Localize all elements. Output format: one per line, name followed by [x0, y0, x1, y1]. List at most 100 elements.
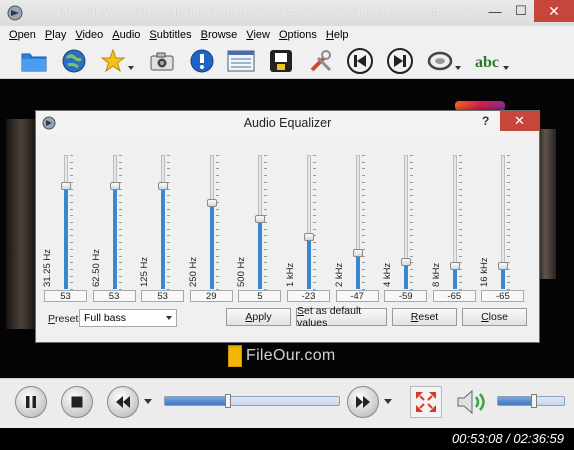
forward-dropdown-arrow[interactable]	[384, 399, 392, 404]
eq-tick	[167, 262, 171, 264]
eq-tick	[507, 161, 511, 163]
stop-button[interactable]	[61, 386, 93, 418]
eq-tick	[507, 175, 511, 177]
next-button[interactable]	[385, 46, 415, 76]
stop-icon	[71, 396, 83, 408]
eq-slider-thumb[interactable]	[498, 261, 509, 270]
eq-band-value: 5	[238, 290, 282, 302]
volume-slider[interactable]	[497, 394, 565, 408]
screenshot-button[interactable]	[147, 46, 177, 76]
seek-bar[interactable]	[164, 394, 340, 408]
tools-button[interactable]	[306, 46, 336, 76]
menu-options[interactable]: Options	[279, 29, 317, 41]
volume-icon[interactable]	[455, 388, 491, 416]
eq-tick	[458, 215, 462, 217]
minimize-button[interactable]: —	[482, 0, 508, 22]
menu-subtitles[interactable]: Subtitles	[149, 29, 191, 41]
eq-tick	[410, 228, 414, 230]
preset-select[interactable]: Full bass	[79, 309, 177, 327]
eq-tick	[507, 188, 511, 190]
eq-tick	[215, 222, 219, 223]
menu-browse[interactable]: Browse	[201, 29, 238, 41]
volume-slider-thumb[interactable]	[531, 394, 538, 408]
app-icon[interactable]	[6, 4, 24, 22]
subtitles-button[interactable]: abc	[473, 46, 503, 76]
dialog-help-button[interactable]: ?	[482, 114, 489, 128]
rewind-button[interactable]	[107, 386, 139, 418]
eq-slider-thumb[interactable]	[206, 198, 217, 207]
menu-open[interactable]: Open	[9, 29, 36, 41]
audio-dropdown-arrow[interactable]	[455, 66, 461, 70]
maximize-button[interactable]: ☐	[508, 0, 534, 22]
folder-icon	[21, 53, 47, 72]
reset-label: Reset	[410, 311, 439, 323]
eq-tick	[264, 155, 268, 156]
eq-tick	[118, 262, 122, 264]
eq-tick	[264, 268, 268, 270]
menu-help[interactable]: Help	[326, 29, 349, 41]
eq-tick	[361, 201, 365, 203]
eq-tick	[458, 242, 462, 244]
eq-slider-thumb[interactable]	[61, 182, 71, 191]
eq-tick	[313, 161, 316, 163]
eq-slider-thumb[interactable]	[255, 214, 266, 223]
dialog-close-button[interactable]: ✕	[500, 111, 539, 131]
eq-slider-thumb[interactable]	[109, 182, 120, 191]
eq-band-frequency: 8 kHz	[430, 262, 442, 287]
eq-slider-thumb[interactable]	[304, 233, 314, 242]
previous-button[interactable]	[345, 46, 375, 76]
camera-icon	[150, 52, 174, 71]
eq-tick	[167, 201, 171, 203]
reset-button[interactable]: Reset	[392, 308, 457, 326]
pause-button[interactable]	[15, 386, 47, 418]
apply-button[interactable]: Apply	[226, 308, 291, 326]
eq-slider-thumb[interactable]	[401, 257, 412, 266]
favorites-dropdown-arrow[interactable]	[128, 66, 134, 70]
close-button[interactable]: ✕	[534, 0, 574, 22]
eq-tick	[410, 222, 414, 223]
eq-slider-fill	[64, 186, 68, 289]
set-default-button[interactable]: Set as default values	[296, 305, 387, 329]
eq-tick	[70, 175, 73, 177]
info-button[interactable]	[187, 46, 217, 76]
eq-tick	[313, 262, 316, 264]
favorites-button[interactable]	[98, 46, 128, 76]
eq-tick	[264, 201, 268, 203]
eq-tick	[361, 168, 365, 170]
forward-button[interactable]	[347, 386, 379, 418]
eq-tick	[507, 268, 511, 270]
eq-tick	[167, 155, 171, 156]
eq-slider-thumb[interactable]	[158, 182, 169, 191]
tools-icon	[310, 50, 332, 72]
menu-play[interactable]: Play	[45, 29, 66, 41]
eq-tick	[264, 168, 268, 170]
menu-audio[interactable]: Audio	[112, 29, 140, 41]
close-dialog-button[interactable]: Close	[462, 308, 527, 326]
eq-tick	[264, 175, 268, 177]
subtitles-dropdown-arrow[interactable]	[503, 66, 509, 70]
eq-band-value: -23	[287, 290, 330, 302]
menu-view[interactable]: View	[246, 29, 270, 41]
eq-slider-thumb[interactable]	[449, 261, 460, 270]
rewind-dropdown-arrow[interactable]	[144, 399, 152, 404]
playlist-button[interactable]	[226, 46, 256, 76]
eq-tick	[264, 282, 268, 284]
eq-slider-thumb[interactable]	[352, 249, 363, 258]
eq-tick	[264, 242, 268, 244]
eq-tick	[361, 242, 365, 244]
globe-icon	[62, 49, 86, 73]
audio-button[interactable]	[425, 46, 455, 76]
open-url-button[interactable]	[59, 46, 89, 76]
fullscreen-button[interactable]	[410, 386, 442, 418]
watermark-icon	[228, 345, 242, 367]
record-button[interactable]	[266, 46, 296, 76]
seek-bar-thumb[interactable]	[224, 394, 231, 408]
menu-video[interactable]: Video	[75, 29, 103, 41]
eq-tick	[215, 235, 219, 237]
open-folder-button[interactable]	[19, 46, 49, 76]
eq-tick	[215, 161, 219, 163]
eq-tick	[361, 208, 365, 210]
eq-tick	[507, 275, 511, 277]
eq-tick	[70, 268, 73, 270]
eq-tick	[458, 208, 462, 210]
